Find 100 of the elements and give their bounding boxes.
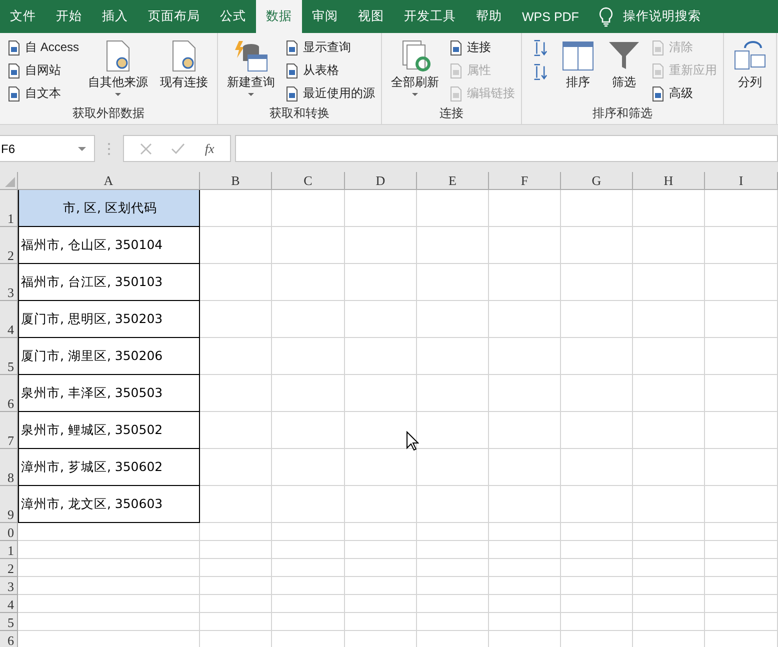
ribbon-button[interactable]: 排序 — [558, 37, 598, 92]
row-header[interactable]: 7 — [0, 412, 18, 449]
table-cell[interactable]: 漳州市, 芗城区, 350602 — [18, 449, 200, 486]
table-cell[interactable] — [345, 264, 417, 301]
ribbon-tab[interactable]: 文件 — [0, 0, 46, 33]
cancel-icon[interactable] — [140, 142, 152, 154]
ribbon-tab[interactable]: 审阅 — [302, 0, 348, 33]
row-header[interactable]: 4 — [0, 301, 18, 338]
column-header[interactable]: G — [561, 172, 633, 190]
table-cell[interactable] — [417, 577, 489, 595]
select-all-icon[interactable] — [5, 177, 15, 187]
table-cell[interactable] — [345, 338, 417, 375]
table-cell[interactable] — [345, 227, 417, 264]
table-cell[interactable] — [561, 559, 633, 577]
table-cell[interactable] — [200, 227, 272, 264]
table-cell[interactable] — [345, 613, 417, 631]
table-cell[interactable] — [345, 301, 417, 338]
row-header[interactable]: 0 — [0, 523, 18, 541]
ribbon-button[interactable]: 连接 — [448, 37, 516, 58]
row-header[interactable]: 3 — [0, 264, 18, 301]
table-cell[interactable] — [489, 577, 561, 595]
table-cell[interactable] — [417, 190, 489, 227]
ribbon-button[interactable]: 最近使用的源 — [284, 83, 376, 104]
table-cell[interactable] — [489, 523, 561, 541]
table-cell[interactable] — [705, 523, 778, 541]
ribbon-button[interactable]: 分列 — [730, 37, 770, 92]
table-cell[interactable] — [200, 595, 272, 613]
table-cell[interactable] — [489, 264, 561, 301]
ribbon-button[interactable]: 显示查询 — [284, 37, 376, 58]
table-cell[interactable] — [272, 412, 345, 449]
table-cell[interactable] — [633, 375, 705, 412]
table-cell[interactable] — [489, 375, 561, 412]
table-cell[interactable] — [561, 523, 633, 541]
table-cell[interactable]: 福州市, 仓山区, 350104 — [18, 227, 200, 264]
table-cell[interactable] — [200, 190, 272, 227]
table-cell[interactable] — [345, 375, 417, 412]
table-cell[interactable] — [272, 375, 345, 412]
table-cell[interactable] — [417, 541, 489, 559]
table-cell[interactable] — [200, 541, 272, 559]
table-cell[interactable] — [561, 595, 633, 613]
table-cell[interactable] — [345, 595, 417, 613]
ribbon-button[interactable]: 自网站 — [6, 60, 80, 81]
table-cell[interactable] — [489, 613, 561, 631]
table-cell[interactable] — [561, 227, 633, 264]
table-cell[interactable] — [489, 449, 561, 486]
table-cell[interactable] — [18, 577, 200, 595]
table-cell[interactable] — [489, 301, 561, 338]
table-cell[interactable] — [200, 301, 272, 338]
table-cell[interactable] — [272, 613, 345, 631]
table-cell[interactable] — [561, 577, 633, 595]
ribbon-button[interactable]: 自 Access — [6, 37, 80, 58]
column-header[interactable]: F — [489, 172, 561, 190]
table-cell[interactable] — [345, 486, 417, 523]
column-header[interactable]: H — [633, 172, 705, 190]
table-cell[interactable] — [705, 449, 778, 486]
row-header[interactable]: 1 — [0, 190, 18, 227]
row-header[interactable]: 5 — [0, 613, 18, 631]
table-cell[interactable] — [633, 338, 705, 375]
table-cell[interactable] — [417, 227, 489, 264]
table-cell[interactable] — [633, 412, 705, 449]
table-cell[interactable] — [345, 559, 417, 577]
row-header[interactable]: 9 — [0, 486, 18, 523]
row-header[interactable]: 3 — [0, 577, 18, 595]
table-cell[interactable] — [489, 190, 561, 227]
table-cell[interactable] — [705, 541, 778, 559]
table-cell[interactable] — [272, 264, 345, 301]
column-header[interactable]: I — [705, 172, 778, 190]
table-cell[interactable] — [489, 595, 561, 613]
table-cell[interactable] — [633, 301, 705, 338]
tell-me-search[interactable]: 操作说明搜索 — [612, 0, 711, 33]
table-cell[interactable] — [200, 559, 272, 577]
row-header[interactable]: 6 — [0, 631, 18, 647]
table-cell[interactable] — [18, 559, 200, 577]
table-cell[interactable] — [705, 412, 778, 449]
ribbon-button[interactable]: 筛选 — [604, 37, 644, 92]
table-cell[interactable] — [633, 613, 705, 631]
row-header[interactable]: 5 — [0, 338, 18, 375]
table-cell[interactable] — [705, 190, 778, 227]
table-cell[interactable] — [705, 613, 778, 631]
table-cell[interactable] — [633, 264, 705, 301]
table-cell[interactable] — [417, 595, 489, 613]
ribbon-button[interactable]: 新建查询 — [224, 37, 278, 98]
table-cell[interactable] — [18, 541, 200, 559]
table-cell[interactable] — [561, 301, 633, 338]
row-header[interactable]: 2 — [0, 559, 18, 577]
table-cell[interactable] — [705, 375, 778, 412]
table-cell[interactable] — [561, 264, 633, 301]
table-cell[interactable] — [489, 559, 561, 577]
table-cell[interactable] — [705, 595, 778, 613]
table-cell[interactable] — [417, 613, 489, 631]
row-header[interactable]: 8 — [0, 449, 18, 486]
table-cell[interactable] — [345, 449, 417, 486]
table-cell[interactable] — [489, 338, 561, 375]
table-cell[interactable] — [272, 541, 345, 559]
table-cell[interactable] — [705, 577, 778, 595]
table-cell[interactable] — [200, 577, 272, 595]
table-cell[interactable] — [633, 541, 705, 559]
table-cell[interactable] — [705, 559, 778, 577]
ribbon-button[interactable]: 现有连接 — [157, 37, 212, 92]
ribbon-tab[interactable]: 公式 — [210, 0, 256, 33]
